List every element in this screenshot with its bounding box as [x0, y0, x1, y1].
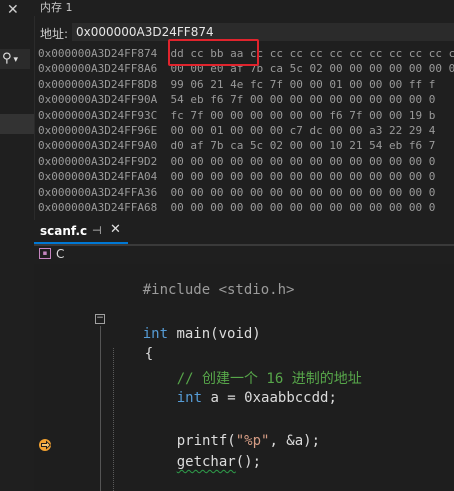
search-icon: ⚲	[2, 51, 12, 66]
memory-rows: 0x000000A3D24FF874 dd cc bb aa cc cc cc …	[38, 46, 454, 214]
memory-row: 0x000000A3D24FFA36 00 00 00 00 00 00 00 …	[38, 185, 454, 200]
file-scope-icon: ▪	[39, 248, 51, 259]
close-icon[interactable]: ✕	[7, 2, 19, 18]
code-line-include: #include <stdio.h>	[109, 266, 295, 314]
highlight-box	[168, 39, 259, 66]
memory-row: 0x000000A3D24FFA04 00 00 00 00 00 00 00 …	[38, 169, 454, 184]
tab-label: scanf.c	[40, 224, 88, 238]
memory-row-address: 0x000000A3D24FF8A6	[38, 62, 158, 76]
hex-literal: 0xaabbccdd	[244, 390, 329, 406]
address-input[interactable]	[72, 23, 454, 41]
collapse-icon[interactable]: −	[95, 314, 105, 324]
tab-scanf-c[interactable]: scanf.c ⊣ ✕	[34, 220, 128, 244]
memory-row-address: 0x000000A3D24FFA04	[38, 170, 158, 184]
memory-row-bytes: 99 06 21 4e fc 7f 00 00 01 00 00 00 ff f	[170, 77, 436, 91]
printf-args: , &a);	[269, 433, 321, 449]
memory-row-bytes: 00 00 00 00 00 00 00 00 00 00 00 00 00 0	[170, 185, 436, 199]
getchar-call: getchar	[176, 454, 236, 470]
editor-tab-bar: scanf.c ⊣ ✕	[34, 220, 454, 246]
memory-row: 0x000000A3D24FF96E 00 00 01 00 00 00 c7 …	[38, 123, 454, 138]
memory-row-bytes: 00 00 01 00 00 00 c7 dc 00 00 a3 22 29 4	[170, 123, 436, 137]
memory-row-bytes: 00 00 00 00 00 00 00 00 00 00 00 00 00 0	[170, 170, 436, 184]
memory-row-address: 0x000000A3D24FF9D2	[38, 154, 158, 168]
code-line-getchar: getchar();	[143, 438, 261, 486]
memory-row-address: 0x000000A3D24FFA36	[38, 185, 158, 199]
scope-dropdown[interactable]: ▪ C	[34, 246, 454, 264]
memory-row-address: 0x000000A3D24FF90A	[38, 93, 158, 107]
memory-row-bytes: 00 00 00 00 00 00 00 00 00 00 00 00 00 0	[170, 200, 436, 214]
close-icon[interactable]: ✕	[110, 222, 121, 237]
memory-row-address: 0x000000A3D24FF874	[38, 47, 158, 60]
memory-row-address: 0x000000A3D24FFA68	[38, 200, 158, 214]
editor-gutter[interactable]	[34, 264, 56, 491]
address-label: 地址:	[40, 27, 69, 41]
declaration-text: a =	[202, 390, 245, 406]
keyword: int	[176, 390, 203, 406]
memory-row-address: 0x000000A3D24FF96E	[38, 123, 158, 137]
memory-row-bytes: 00 00 00 00 00 00 00 00 00 00 00 00 00 0	[170, 154, 436, 168]
getchar-args: ();	[235, 454, 262, 470]
left-side-panel: ✕ ⚲ ▾	[0, 0, 35, 491]
code-editor[interactable]: − #include <stdio.h> int main(void) { //…	[34, 264, 454, 491]
semicolon: ;	[328, 390, 337, 406]
search-dropdown-button[interactable]: ⚲ ▾	[0, 49, 30, 69]
memory-row: 0x000000A3D24FF93C fc 7f 00 00 00 00 00 …	[38, 108, 454, 123]
memory-row-bytes: d0 af 7b ca 5c 02 00 00 10 21 54 eb f6 7	[170, 139, 436, 153]
memory-row: 0x000000A3D24FF9A0 d0 af 7b ca 5c 02 00 …	[38, 138, 454, 153]
memory-row: 0x000000A3D24FF8D8 99 06 21 4e fc 7f 00 …	[38, 77, 454, 92]
memory-row: 0x000000A3D24FFA68 00 00 00 00 00 00 00 …	[38, 200, 454, 214]
scope-guide-line	[100, 326, 101, 491]
memory-row-address: 0x000000A3D24FF9A0	[38, 139, 158, 153]
function-signature: main(void)	[168, 326, 261, 342]
scope-label: C	[56, 247, 65, 261]
preprocessor-directive: #include <stdio.h>	[142, 282, 295, 298]
chevron-down-icon: ▾	[13, 55, 19, 65]
memory-row-bytes: fc 7f 00 00 00 00 00 00 f6 7f 00 00 19 b	[170, 108, 436, 122]
memory-row-address: 0x000000A3D24FF93C	[38, 108, 158, 122]
memory-row: 0x000000A3D24FF9D2 00 00 00 00 00 00 00 …	[38, 154, 454, 169]
pin-icon[interactable]: ⊣	[92, 224, 102, 237]
memory-row-bytes: 54 eb f6 7f 00 00 00 00 00 00 00 00 00 0	[170, 93, 436, 107]
current-statement-arrow-icon	[39, 439, 51, 451]
memory-row: 0x000000A3D24FF90A 54 eb f6 7f 00 00 00 …	[38, 92, 454, 107]
code-line-declaration: int a = 0xaabbccdd;	[143, 374, 337, 422]
memory-row-address: 0x000000A3D24FF8D8	[38, 77, 158, 91]
selected-panel-item[interactable]	[0, 114, 34, 134]
memory-window-title: 内存 1	[34, 0, 454, 16]
